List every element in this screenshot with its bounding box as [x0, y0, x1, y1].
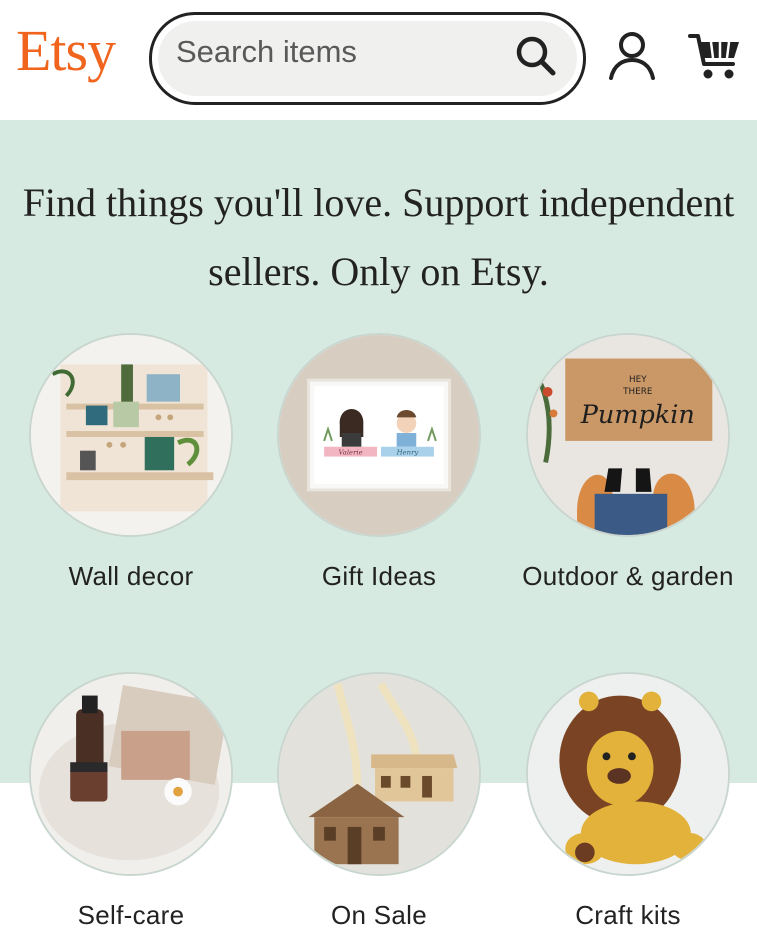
doormat-text-there: THERE: [622, 387, 652, 397]
image-label-valerie: Valerie: [338, 449, 362, 457]
category-gift-ideas[interactable]: Valerie Henry Gift Ideas: [259, 333, 499, 595]
outdoor-garden-image: HEY THERE Pumpkin: [526, 333, 730, 537]
category-craft-kits[interactable]: Craft kits: [508, 672, 748, 934]
category-on-sale[interactable]: On Sale: [259, 672, 499, 934]
doormat-text-pumpkin: Pumpkin: [580, 400, 695, 430]
search-input[interactable]: [176, 33, 496, 71]
hero-title: Find things you'll love. Support indepen…: [22, 180, 735, 294]
wall-decor-image: [29, 333, 233, 537]
search-icon[interactable]: [513, 33, 559, 79]
category-self-care[interactable]: Self-care: [11, 672, 251, 934]
self-care-image: [29, 672, 233, 876]
header: Etsy: [0, 0, 757, 120]
category-label: On Sale: [330, 900, 428, 930]
on-sale-image: [277, 672, 481, 876]
category-label: Gift Ideas: [321, 561, 437, 591]
etsy-logo[interactable]: Etsy: [16, 22, 116, 80]
account-icon[interactable]: [606, 30, 658, 82]
cart-icon[interactable]: [687, 28, 743, 84]
craft-kits-image: [526, 672, 730, 876]
gift-ideas-image: Valerie Henry: [277, 333, 481, 537]
category-label: Wall decor: [68, 561, 194, 591]
category-label: Self-care: [77, 900, 185, 930]
category-label: Craft kits: [575, 900, 681, 930]
image-label-henry: Henry: [396, 449, 419, 457]
category-label: Outdoor & garden: [522, 561, 734, 591]
doormat-text-hey: HEY: [629, 375, 647, 385]
search-bar[interactable]: [149, 12, 586, 105]
category-wall-decor[interactable]: Wall decor: [11, 333, 251, 595]
category-outdoor-garden[interactable]: HEY THERE Pumpkin Outdoor & garden: [508, 333, 748, 595]
